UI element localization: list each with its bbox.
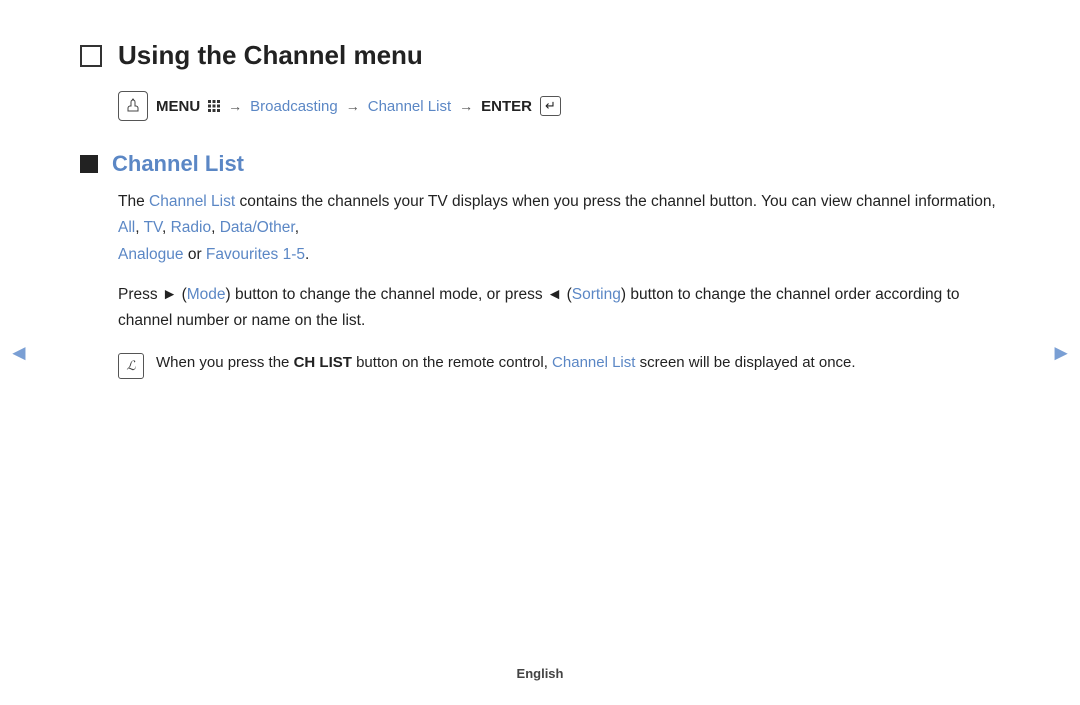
body-paragraph-1: The Channel List contains the channels y… [118,189,1000,268]
body2-mid: ) button to change the channel mode, or … [226,286,572,303]
body1-start: The [118,193,149,210]
nav-right-arrow[interactable]: ► [1050,340,1072,366]
subsection-header: Channel List [80,151,1000,177]
comma4: , [295,219,299,236]
note-text: When you press the CH LIST button on the… [156,351,856,376]
or-text: or [184,246,206,263]
enter-label: ENTER [481,98,532,115]
comma2: , [162,219,171,236]
menu-hand-icon [118,91,148,121]
footer: English [517,666,564,681]
menu-path: MENU → Broadcasting → Channel List → ENT… [118,91,1000,121]
dataother-link: Data/Other [220,219,295,236]
nav-left-arrow[interactable]: ◄ [8,340,30,366]
note-box: ℒ When you press the CH LIST button on t… [118,351,1000,379]
arrow-1: → [228,98,242,114]
all-link: All [118,219,135,236]
favourites-link: Favourites 1-5 [206,246,305,263]
arrow-2: → [346,98,360,114]
menu-label: MENU [156,98,200,115]
menu-grid-icon [208,100,220,112]
tv-link: TV [144,219,162,236]
mode-link: Mode [187,286,226,303]
subsection-title: Channel List [112,151,244,177]
channel-list-subsection: Channel List The Channel List contains t… [80,151,1000,379]
page-container: ◄ ► Using the Channel menu MENU → Broadc… [0,0,1080,705]
enter-icon: ↵ [540,96,561,116]
channel-list-note-link: Channel List [552,354,635,371]
checkbox-icon [80,45,102,67]
body-paragraph-2: Press ► (Mode) button to change the chan… [118,282,1000,335]
sorting-link: Sorting [572,286,621,303]
comma3: , [211,219,220,236]
period1: . [305,246,309,263]
note-mid: button on the remote control, [352,354,552,371]
channel-list-inline-link: Channel List [149,193,235,210]
footer-language: English [517,666,564,681]
content-area: The Channel List contains the channels y… [118,189,1000,379]
filled-square-icon [80,155,98,173]
comma1: , [135,219,143,236]
radio-link: Radio [171,219,212,236]
note-start: When you press the [156,354,294,371]
note-end: screen will be displayed at once. [635,354,855,371]
main-section-header: Using the Channel menu [80,40,1000,71]
arrow-3: → [459,98,473,114]
channel-list-link: Channel List [368,98,451,115]
body1-mid: contains the channels your TV displays w… [235,193,996,210]
body2-start: Press ► ( [118,286,187,303]
note-icon: ℒ [118,353,144,379]
analogue-link: Analogue [118,246,184,263]
page-title: Using the Channel menu [118,40,423,71]
broadcasting-link: Broadcasting [250,98,338,115]
chlist-bold: CH LIST [294,354,352,371]
